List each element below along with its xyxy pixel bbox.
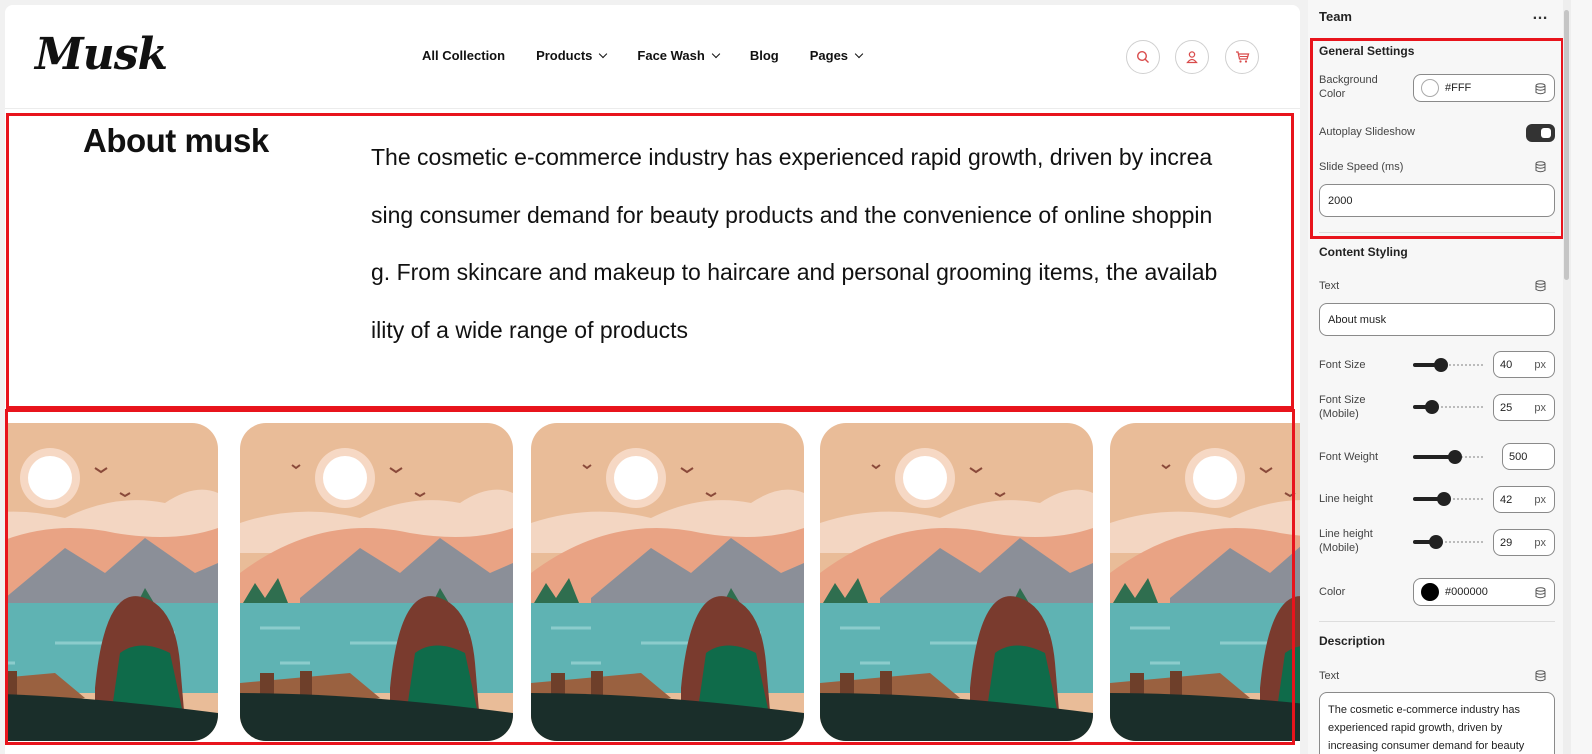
unit-label: px — [1534, 358, 1546, 371]
content-styling-heading: Content Styling — [1319, 245, 1408, 259]
nav-face-wash[interactable]: Face Wash — [637, 48, 721, 63]
description-textarea[interactable]: The cosmetic e-commerce industry has exp… — [1319, 692, 1555, 754]
main-nav: All Collection Products Face Wash Blog P… — [422, 48, 893, 63]
nav-label: All Collection — [422, 48, 506, 63]
font-weight-value: 500 — [1509, 450, 1528, 463]
divider — [1319, 232, 1555, 233]
line-height-mobile-slider[interactable] — [1413, 535, 1485, 549]
chevron-down-icon — [854, 49, 864, 58]
text-color-value: #000000 — [1445, 586, 1488, 598]
font-weight-slider[interactable] — [1413, 450, 1485, 464]
line-height-label: Line height — [1319, 493, 1373, 505]
line-height-input[interactable]: 42 px — [1493, 486, 1555, 513]
general-settings-heading: General Settings — [1319, 44, 1415, 58]
cart-button[interactable] — [1225, 40, 1259, 74]
font-size-mobile-value: 25 — [1500, 401, 1513, 414]
line-height-slider[interactable] — [1413, 492, 1485, 506]
title-text-input[interactable]: About musk — [1319, 303, 1555, 336]
nav-products[interactable]: Products — [536, 48, 608, 63]
background-color-value: #FFF — [1445, 82, 1472, 94]
about-text: The cosmetic e-commerce industry has exp… — [371, 144, 1218, 343]
chevron-down-icon — [599, 49, 608, 58]
slide-image — [5, 423, 218, 741]
font-size-label: Font Size — [1319, 359, 1366, 371]
font-size-input[interactable]: 40 px — [1493, 351, 1555, 378]
font-size-mobile-input[interactable]: 25 px — [1493, 394, 1555, 421]
font-size-value: 40 — [1500, 358, 1513, 371]
slide-speed-label: Slide Speed (ms) — [1319, 161, 1404, 173]
nav-pages[interactable]: Pages — [809, 48, 864, 63]
text-label: Text — [1319, 280, 1340, 292]
title-text-value: About musk — [1328, 313, 1387, 326]
nav-label: Blog — [749, 48, 779, 63]
line-height-value: 42 — [1500, 493, 1513, 506]
font-size-mobile-label: Font Size (Mobile) — [1319, 394, 1366, 420]
search-button[interactable] — [1126, 40, 1160, 74]
database-icon[interactable] — [1535, 83, 1546, 95]
search-icon — [1136, 50, 1149, 63]
divider — [1319, 621, 1555, 622]
nav-blog[interactable]: Blog — [750, 48, 779, 63]
font-size-mobile-slider[interactable] — [1413, 400, 1485, 414]
description-text-label: Text — [1319, 670, 1340, 682]
database-icon[interactable] — [1535, 587, 1546, 599]
page-preview: Musk All Collection Products Face Wash B… — [5, 5, 1300, 754]
logo[interactable]: Musk — [35, 29, 168, 80]
slide-speed-input[interactable]: 2000 — [1319, 184, 1555, 217]
nav-label: Face Wash — [637, 48, 705, 63]
color-swatch — [1421, 583, 1439, 601]
color-swatch — [1421, 79, 1439, 97]
slide-image — [820, 423, 1093, 741]
line-height-mobile-value: 29 — [1500, 536, 1513, 549]
database-icon[interactable] — [1535, 670, 1546, 682]
background-color-label: Background Color — [1319, 74, 1378, 100]
settings-panel: Team … General Settings Background Color… — [1308, 0, 1592, 754]
unit-label: px — [1534, 401, 1546, 414]
database-icon[interactable] — [1535, 161, 1546, 173]
panel-scroll-thumb[interactable] — [1564, 10, 1569, 280]
user-icon — [1186, 51, 1198, 64]
chevron-down-icon — [711, 49, 721, 58]
description-heading: Description — [1319, 634, 1386, 648]
nav-label: Pages — [809, 48, 849, 63]
slide-speed-value: 2000 — [1328, 194, 1353, 207]
nav-label: Products — [536, 48, 593, 63]
about-title: About musk — [83, 122, 269, 159]
cart-icon — [1235, 51, 1249, 63]
font-size-slider[interactable] — [1413, 358, 1485, 372]
font-weight-label: Font Weight — [1319, 451, 1379, 463]
line-height-mobile-input[interactable]: 29 px — [1493, 529, 1555, 556]
panel-title: Team — [1319, 9, 1352, 24]
account-button[interactable] — [1175, 40, 1209, 74]
unit-label: px — [1534, 493, 1546, 506]
more-options-icon[interactable]: … — [1532, 6, 1549, 24]
slide-image — [1110, 423, 1300, 741]
color-label: Color — [1319, 586, 1346, 598]
slide-image — [531, 423, 804, 741]
autoplay-toggle[interactable] — [1526, 124, 1555, 142]
text-color-field[interactable]: #000000 — [1413, 578, 1555, 606]
background-color-field[interactable]: #FFF — [1413, 74, 1555, 102]
nav-all-collection[interactable]: All Collection — [422, 48, 505, 63]
line-height-mobile-label: Line height (Mobile) — [1319, 528, 1373, 554]
database-icon[interactable] — [1535, 280, 1546, 292]
autoplay-label: Autoplay Slideshow — [1319, 126, 1416, 138]
unit-label: px — [1534, 536, 1546, 549]
site-header: Musk All Collection Products Face Wash B… — [5, 5, 1300, 109]
font-weight-input[interactable]: 500 — [1502, 443, 1555, 470]
slide-image — [240, 423, 513, 741]
